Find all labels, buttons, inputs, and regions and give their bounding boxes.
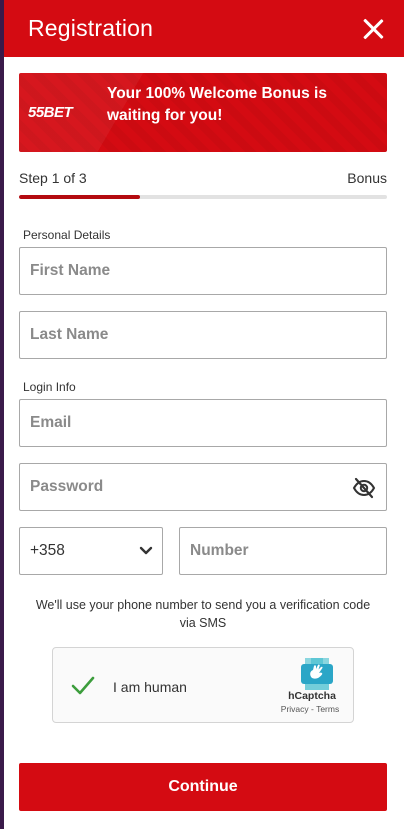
login-info-heading: Login Info: [23, 380, 76, 394]
hcaptcha-privacy-terms-link[interactable]: Privacy - Terms: [277, 704, 343, 714]
phone-number-input[interactable]: [180, 528, 386, 574]
password-field[interactable]: [19, 463, 387, 511]
banner-message: Your 100% Welcome Bonus is waiting for y…: [107, 85, 327, 124]
first-name-input[interactable]: [20, 248, 386, 294]
last-name-field[interactable]: [19, 311, 387, 359]
last-name-input[interactable]: [20, 312, 386, 358]
step-label: Step 1 of 3: [19, 170, 87, 186]
email-input[interactable]: [20, 400, 386, 446]
captcha-label: I am human: [113, 679, 187, 695]
hcaptcha-logo-icon: [301, 658, 333, 690]
hcaptcha-brand: hCaptcha: [288, 690, 336, 702]
close-icon[interactable]: [362, 18, 384, 40]
progress-fill: [19, 195, 141, 199]
welcome-bonus-banner: 55BET Your 100% Welcome Bonus is waiting…: [19, 73, 387, 152]
personal-details-heading: Personal Details: [23, 228, 111, 242]
password-input[interactable]: [20, 464, 386, 510]
modal-header: Registration: [4, 0, 404, 57]
step-indicator: Step 1 of 3 Bonus: [19, 170, 387, 186]
first-name-field[interactable]: [19, 247, 387, 295]
phone-code-value: +358: [30, 542, 65, 559]
modal-title: Registration: [28, 15, 154, 41]
checkmark-icon[interactable]: [69, 672, 97, 700]
registration-modal: Registration 55BET Your 100% Welcome Bon…: [4, 0, 404, 829]
sms-verification-note: We'll use your phone number to send you …: [35, 598, 371, 630]
brand-logo: 55BET: [28, 104, 73, 121]
hcaptcha-widget[interactable]: I am human hCaptcha Privacy - Terms: [52, 647, 354, 723]
email-field[interactable]: [19, 399, 387, 447]
progress-bar: [19, 195, 387, 199]
continue-button[interactable]: Continue: [19, 763, 387, 811]
phone-number-field[interactable]: [179, 527, 387, 575]
next-step-label: Bonus: [347, 170, 387, 186]
phone-code-select[interactable]: +358: [19, 527, 163, 575]
chevron-down-icon: [139, 546, 153, 555]
eye-off-icon[interactable]: [352, 476, 376, 500]
